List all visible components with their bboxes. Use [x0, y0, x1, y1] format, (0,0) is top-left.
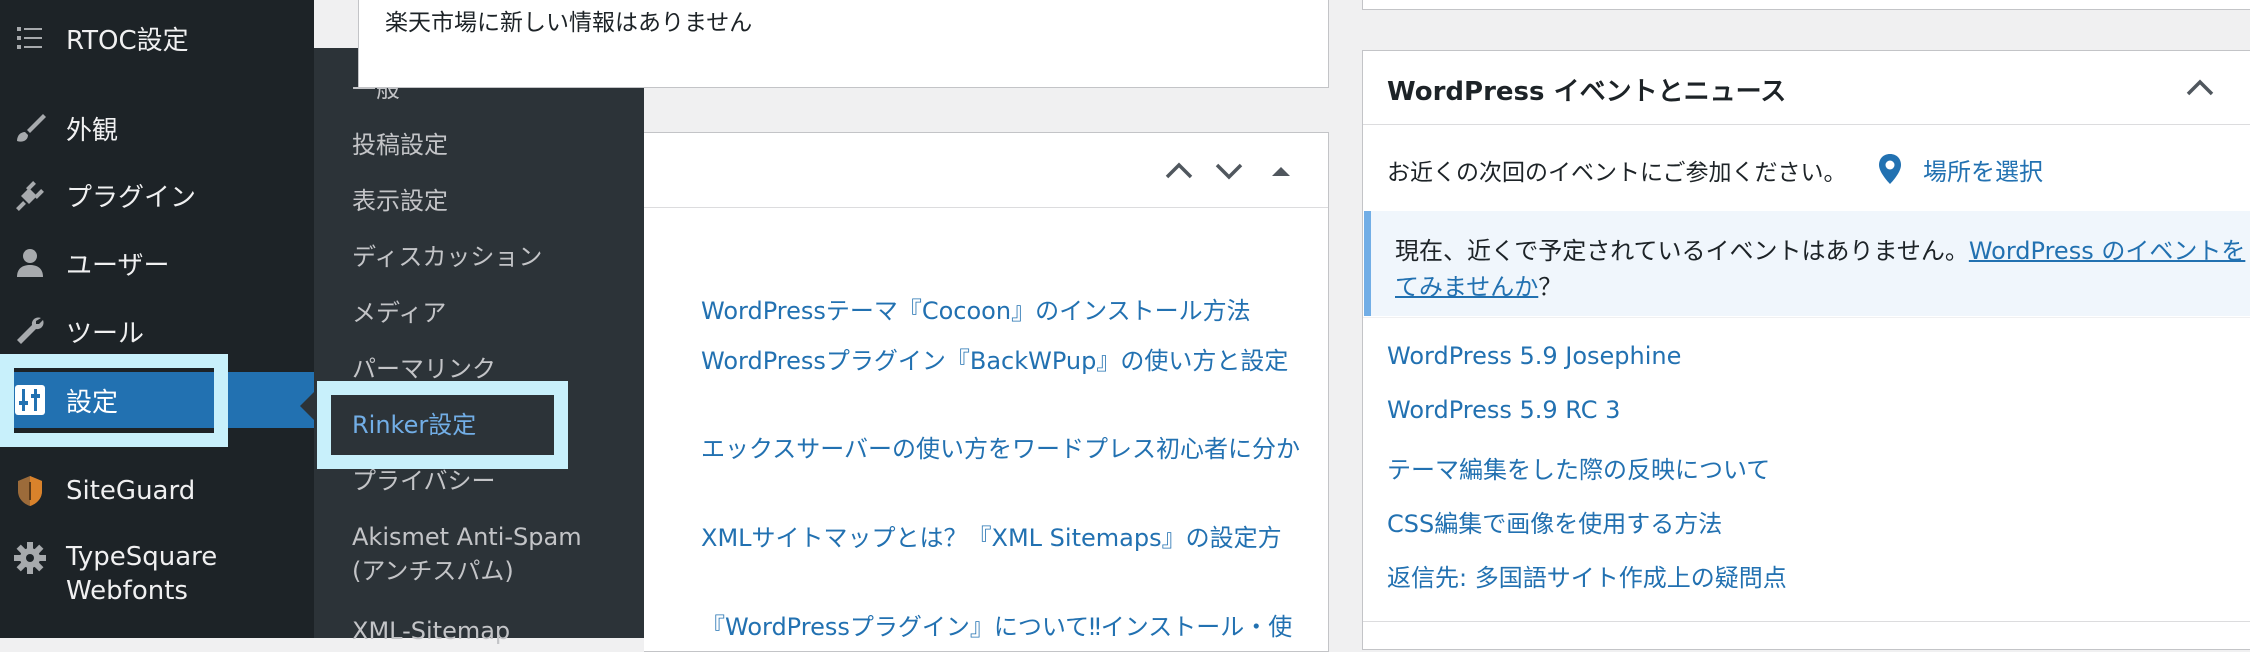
submenu-item-reading[interactable]: 表示設定	[352, 184, 448, 218]
wrench-icon	[12, 313, 48, 349]
submenu-item-writing[interactable]: 投稿設定	[352, 128, 448, 162]
sidebar-item-label: TypeSquare Webfonts	[66, 542, 218, 606]
select-location-link[interactable]: 場所を選択	[1923, 152, 2043, 187]
submenu-item-discussion[interactable]: ディスカッション	[352, 240, 542, 274]
paintbrush-icon	[12, 110, 48, 146]
submenu-item-akismet[interactable]: Akismet Anti-Spam (アンチスパム)	[352, 520, 582, 588]
submenu-item-permalink[interactable]: パーマリンク	[352, 352, 496, 386]
sidebar-item-tools[interactable]: ツール	[0, 305, 314, 357]
events-intro: お近くの次回のイベントにご参加ください。	[1387, 160, 1847, 186]
wordpress-events-link-cont[interactable]: てみませんか	[1395, 273, 1538, 301]
articles-panel: WordPressテーマ『Cocoon』のインストール方法 WordPressプ…	[644, 132, 1329, 652]
location-pin-icon	[1879, 154, 1901, 184]
sidebar-item-label: 設定	[66, 387, 119, 418]
sidebar-item-label: プラグイン	[66, 182, 197, 213]
article-link[interactable]: 『WordPressプラグイン』について‼︎インストール・使	[701, 607, 1292, 642]
news-link[interactable]: WordPress 5.9 RC 3	[1387, 396, 1620, 424]
news-link[interactable]: WordPress 5.9 Josephine	[1387, 342, 1681, 370]
sidebar-item-plugins[interactable]: プラグイン	[0, 169, 314, 221]
sidebar-item-label: RTOC設定	[66, 25, 189, 56]
notice-text: 現在、近くで予定されているイベントはありません。WordPress のイベントを	[1395, 237, 2246, 265]
submenu-item-privacy[interactable]: プライバシー	[352, 464, 496, 498]
collapse-toggle-icon[interactable]	[1264, 154, 1298, 188]
list-icon	[12, 20, 48, 56]
sidebar-item-typesquare[interactable]: TypeSquare Webfonts	[0, 540, 314, 610]
submenu-item-rinker[interactable]: Rinker設定	[352, 408, 476, 442]
sidebar-item-label: 外観	[66, 115, 119, 146]
sidebar-item-rtoc[interactable]: RTOC設定	[0, 12, 314, 64]
article-link[interactable]: XMLサイトマップとは？『XML Sitemaps』の設定方	[701, 518, 1282, 553]
article-link[interactable]: エックスサーバーの使い方をワードプレス初心者に分か	[701, 429, 1300, 464]
notice-text-line2: てみませんか？	[1395, 273, 1563, 301]
shield-icon	[12, 473, 48, 509]
news-link[interactable]: CSS編集で画像を使用する方法	[1387, 504, 1722, 539]
sidebar-item-label: SiteGuard	[66, 476, 196, 506]
sidebar-item-settings[interactable]: 設定	[0, 372, 314, 428]
rakuten-panel: 楽天市場に新しい情報はありません	[358, 0, 1329, 88]
submenu-item-xml-sitemap[interactable]: XML-Sitemap	[352, 614, 510, 648]
chevron-down-icon[interactable]	[1212, 154, 1246, 188]
sidebar-item-label: ユーザー	[66, 250, 170, 281]
news-link[interactable]: 返信先: 多国語サイト作成上の疑問点	[1387, 558, 1787, 593]
settings-submenu: 一般 投稿設定 表示設定 ディスカッション メディア パーマリンク Rinker…	[314, 48, 644, 645]
sliders-icon	[12, 382, 48, 418]
plugin-icon	[12, 177, 48, 213]
submenu-item-media[interactable]: メディア	[352, 296, 446, 330]
news-link[interactable]: テーマ編集をした際の反映について	[1387, 450, 1770, 485]
user-icon	[12, 245, 48, 281]
sidebar-item-label: ツール	[66, 318, 145, 349]
sidebar-item-appearance[interactable]: 外観	[0, 102, 314, 154]
events-panel-title: WordPress イベントとニュース	[1387, 77, 1787, 107]
sidebar-item-users[interactable]: ユーザー	[0, 237, 314, 289]
gear-icon	[12, 540, 48, 576]
chevron-up-icon[interactable]	[1162, 154, 1196, 188]
chevron-up-icon[interactable]	[2183, 71, 2217, 105]
submenu-caret	[300, 392, 314, 420]
wordpress-events-link[interactable]: WordPress のイベントを	[1969, 237, 2245, 265]
article-link[interactable]: WordPressプラグイン『BackWPup』の使い方と設定	[701, 341, 1288, 376]
events-news-panel: WordPress イベントとニュース お近くの次回のイベントにご参加ください。…	[1362, 50, 2250, 650]
admin-sidebar: RTOC設定 外観 プラグイン ユーザー ツール 設定 SiteGuard Ty…	[0, 0, 314, 638]
article-link[interactable]: WordPressテーマ『Cocoon』のインストール方法	[701, 291, 1251, 326]
rakuten-message: 楽天市場に新しい情報はありません	[385, 10, 753, 36]
sidebar-item-siteguard[interactable]: SiteGuard	[0, 465, 314, 517]
top-right-panel	[1362, 0, 2250, 10]
events-notice: 現在、近くで予定されているイベントはありません。WordPress のイベントを…	[1364, 211, 2250, 316]
